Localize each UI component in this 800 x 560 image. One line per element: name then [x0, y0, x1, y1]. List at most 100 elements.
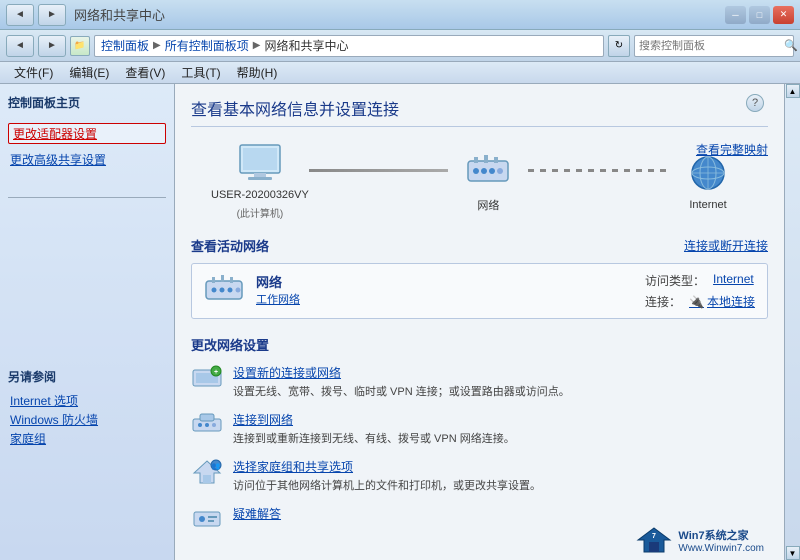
menu-bar: 文件(F) 编辑(E) 查看(V) 工具(T) 帮助(H): [0, 62, 800, 84]
network-info: 网络 工作网络: [256, 272, 633, 307]
network-name: 网络: [256, 272, 633, 291]
access-type-label: 访问类型：: [645, 272, 705, 289]
computer-icon: [234, 141, 286, 185]
setting-item-homegroup: 👥 选择家庭组和共享选项 访问位于其他网络计算机上的文件和打印机，或更改共享设置…: [191, 458, 768, 493]
sidebar-divider: [8, 197, 166, 198]
addr-back-button[interactable]: ◄: [6, 35, 34, 57]
sidebar-item-advanced-sharing[interactable]: 更改高级共享设置: [8, 150, 166, 169]
content-area: ? 查看基本网络信息并设置连接 USER-20200326VY (此计算机): [175, 84, 784, 560]
menu-file[interactable]: 文件(F): [6, 62, 61, 83]
connection-label: 连接：: [645, 293, 681, 310]
sidebar-item-internet-options[interactable]: Internet 选项: [8, 391, 166, 410]
connection-icon: 🔌: [689, 295, 704, 309]
change-settings-label: 更改网络设置: [191, 335, 768, 354]
address-bar: ◄ ► 📁 控制面板 ▶ 所有控制面板项 ▶ 网络和共享中心 ↻ 🔍: [0, 30, 800, 62]
main-area: 控制面板主页 更改适配器设置 更改高级共享设置 另请参阅 Internet 选项…: [0, 84, 800, 560]
network-meta: 访问类型： Internet 连接： 🔌 本地连接: [645, 272, 755, 310]
title-bar-left: ◄ ► 网络和共享中心: [6, 4, 165, 26]
close-button[interactable]: ✕: [773, 6, 794, 24]
nav-back-button[interactable]: ◄: [6, 4, 34, 26]
sidebar-item-homegroup[interactable]: 家庭组: [8, 429, 166, 448]
connect-network-icon: [191, 411, 223, 439]
see-full-map-link[interactable]: 查看完整映射: [696, 141, 768, 158]
troubleshoot-link[interactable]: 疑难解答: [233, 505, 768, 522]
watermark-url: Www.Winwin7.com: [678, 543, 764, 554]
network-switch-icon: [462, 149, 514, 193]
menu-tools[interactable]: 工具(T): [173, 62, 228, 83]
sidebar-extra: 另请参阅 Internet 选项 Windows 防火墙 家庭组: [8, 368, 166, 448]
connection-link[interactable]: 本地连接: [707, 293, 755, 310]
sidebar-extra-title: 另请参阅: [8, 368, 166, 387]
path-arrow-1: ▶: [153, 40, 161, 51]
watermark: 7 Win7系统之家 Www.Winwin7.com: [636, 526, 764, 554]
svg-text:👥: 👥: [212, 463, 221, 470]
network-diagram: USER-20200326VY (此计算机): [191, 141, 768, 220]
scroll-up-button[interactable]: ▲: [786, 84, 800, 98]
access-type-value: Internet: [713, 272, 754, 289]
sidebar: 控制面板主页 更改适配器设置 更改高级共享设置 另请参阅 Internet 选项…: [0, 84, 175, 560]
network-node-label: 网络: [477, 197, 499, 213]
connect-network-link[interactable]: 连接到网络: [233, 411, 768, 428]
setting-new-connection-content: 设置新的连接或网络 设置无线、宽带、拨号、临时或 VPN 连接；或设置路由器或访…: [233, 364, 768, 399]
active-network-header: 查看活动网络 连接或断开连接: [191, 236, 768, 255]
connection-row: 连接： 🔌 本地连接: [645, 293, 755, 310]
network-node-internet: Internet: [668, 151, 748, 211]
setting-item-new-connection: + 设置新的连接或网络 设置无线、宽带、拨号、临时或 VPN 连接；或设置路由器…: [191, 364, 768, 399]
new-connection-icon: +: [191, 364, 223, 392]
search-box[interactable]: 🔍: [634, 35, 794, 57]
homegroup-link[interactable]: 选择家庭组和共享选项: [233, 458, 768, 475]
active-network-box: 网络 工作网络 访问类型： Internet 连接： 🔌 本地连接: [191, 263, 768, 319]
new-connection-desc: 设置无线、宽带、拨号、临时或 VPN 连接；或设置路由器或访问点。: [233, 383, 768, 399]
minimize-button[interactable]: ─: [725, 6, 746, 24]
path-current: 网络和共享中心: [264, 37, 348, 54]
nav-forward-button[interactable]: ►: [38, 4, 66, 26]
title-bar: ◄ ► 网络和共享中心 ─ □ ✕: [0, 0, 800, 30]
path-control-panel[interactable]: 控制面板: [101, 37, 149, 54]
connect-network-desc: 连接到或重新连接到无线、有线、拨号或 VPN 网络连接。: [233, 430, 768, 446]
scrollbar[interactable]: ▲ ▼: [784, 84, 800, 560]
homegroup-icon: 👥: [191, 458, 223, 486]
network-node-network: 网络: [448, 149, 528, 213]
help-button[interactable]: ?: [746, 94, 764, 112]
folder-icon[interactable]: 📁: [70, 36, 90, 56]
page-title: 查看基本网络信息并设置连接: [191, 96, 768, 127]
sidebar-spacer: [8, 175, 166, 187]
search-icon: 🔍: [784, 39, 798, 52]
maximize-button[interactable]: □: [749, 6, 770, 24]
address-path[interactable]: 控制面板 ▶ 所有控制面板项 ▶ 网络和共享中心: [94, 35, 604, 57]
troubleshoot-icon: [191, 505, 223, 533]
new-connection-link[interactable]: 设置新的连接或网络: [233, 364, 768, 381]
setting-item-connect-network: 连接到网络 连接到或重新连接到无线、有线、拨号或 VPN 网络连接。: [191, 411, 768, 446]
network-line-2: [528, 169, 668, 172]
sidebar-section-title: 控制面板主页: [8, 94, 166, 113]
path-all-items[interactable]: 所有控制面板项: [165, 37, 249, 54]
active-network-label: 查看活动网络: [191, 236, 269, 255]
access-type-row: 访问类型： Internet: [645, 272, 755, 289]
network-type-link[interactable]: 工作网络: [256, 291, 633, 307]
connection-value[interactable]: 🔌 本地连接: [689, 293, 755, 310]
internet-node-label: Internet: [689, 199, 726, 211]
setting-homegroup-content: 选择家庭组和共享选项 访问位于其他网络计算机上的文件和打印机，或更改共享设置。: [233, 458, 768, 493]
path-arrow-2: ▶: [253, 40, 261, 51]
menu-help[interactable]: 帮助(H): [229, 62, 286, 83]
svg-text:+: +: [214, 369, 218, 376]
refresh-button[interactable]: ↻: [608, 35, 630, 57]
addr-forward-button[interactable]: ►: [38, 35, 66, 57]
sidebar-item-adapter-settings[interactable]: 更改适配器设置: [8, 123, 166, 144]
scroll-down-button[interactable]: ▼: [786, 546, 800, 560]
connect-disconnect-link[interactable]: 连接或断开连接: [684, 237, 768, 254]
network-node-computer: USER-20200326VY (此计算机): [211, 141, 309, 220]
homegroup-desc: 访问位于其他网络计算机上的文件和打印机，或更改共享设置。: [233, 477, 768, 493]
search-input[interactable]: [639, 40, 781, 52]
menu-view[interactable]: 查看(V): [117, 62, 173, 83]
watermark-logo: Win7系统之家: [678, 527, 764, 543]
svg-text:7: 7: [652, 533, 656, 540]
setting-connect-content: 连接到网络 连接到或重新连接到无线、有线、拨号或 VPN 网络连接。: [233, 411, 768, 446]
computer-node-sublabel: (此计算机): [237, 205, 284, 220]
window-controls: ─ □ ✕: [725, 6, 794, 24]
active-network-icon: [204, 272, 244, 308]
menu-edit[interactable]: 编辑(E): [61, 62, 117, 83]
window-title: 网络和共享中心: [74, 5, 165, 24]
sidebar-item-firewall[interactable]: Windows 防火墙: [8, 410, 166, 429]
network-line-1: [309, 169, 449, 172]
